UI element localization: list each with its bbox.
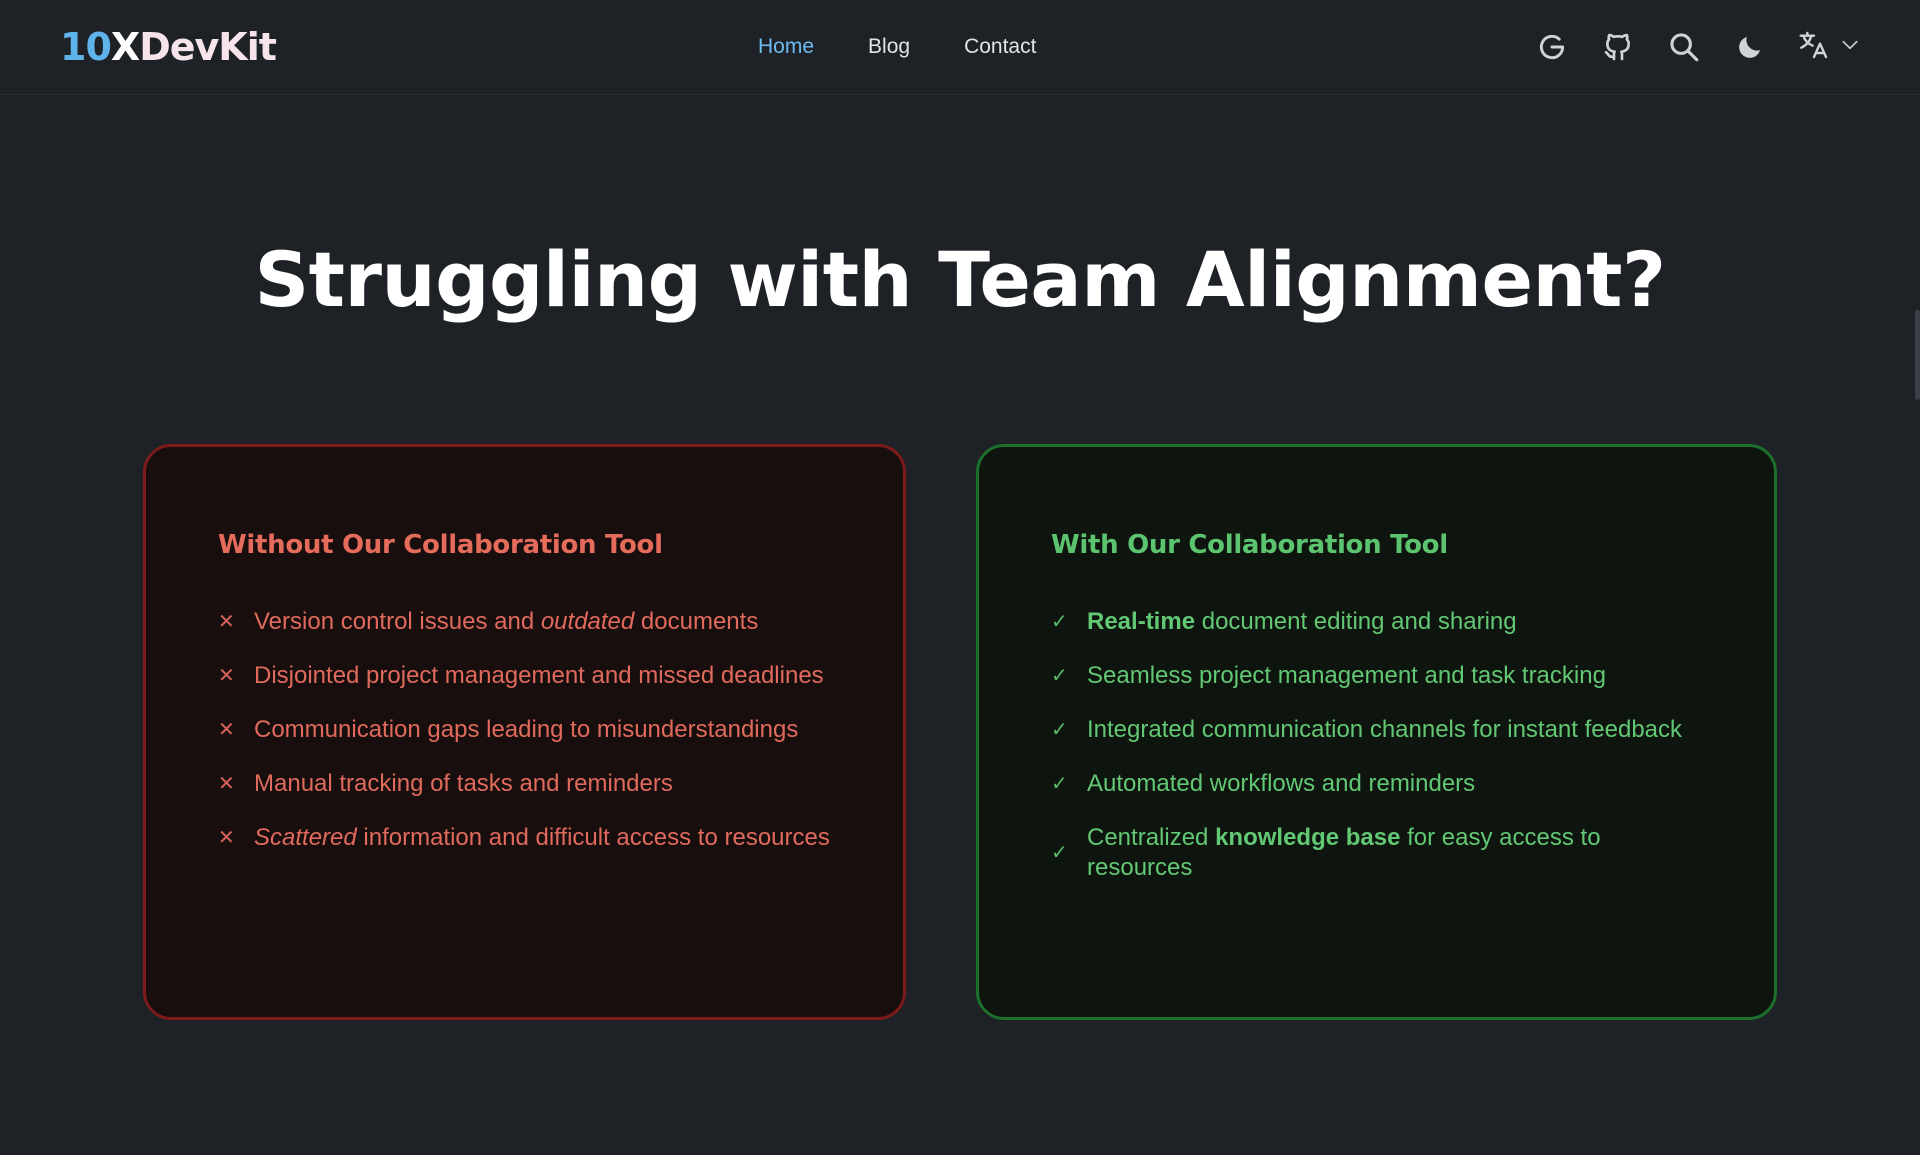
list-item-text: Version control issues and outdated docu… bbox=[254, 608, 759, 635]
github-icon[interactable] bbox=[1600, 27, 1636, 67]
check-icon: ✓ bbox=[1051, 611, 1068, 633]
with-card: With Our Collaboration Tool ✓ Real-time … bbox=[976, 444, 1777, 1020]
site-header: 10XDevKit Home Blog Contact bbox=[0, 0, 1920, 95]
page-title: Struggling with Team Alignment? bbox=[254, 235, 1666, 324]
nav-blog-link[interactable]: Blog bbox=[868, 33, 910, 61]
list-item: ✓ Seamless project management and task t… bbox=[1051, 661, 1702, 691]
nav-home-link[interactable]: Home bbox=[758, 33, 814, 61]
list-item-text: Real-time document editing and sharing bbox=[1087, 608, 1517, 635]
list-item-text: Integrated communication channels for in… bbox=[1087, 716, 1683, 743]
moon-icon[interactable] bbox=[1732, 27, 1768, 67]
x-icon: ✕ bbox=[218, 611, 235, 633]
search-icon[interactable] bbox=[1666, 27, 1702, 67]
list-item-text: Disjointed project management and missed… bbox=[254, 662, 824, 689]
translate-icon bbox=[1798, 29, 1830, 66]
x-icon: ✕ bbox=[218, 773, 235, 795]
list-item-text: Communication gaps leading to misunderst… bbox=[254, 716, 799, 743]
x-icon: ✕ bbox=[218, 665, 235, 687]
list-item: ✕ Scattered information and difficult ac… bbox=[218, 823, 831, 853]
x-icon: ✕ bbox=[218, 827, 235, 849]
nav-contact-link[interactable]: Contact bbox=[964, 33, 1036, 61]
header-actions bbox=[1534, 27, 1864, 67]
logo-num: 10 bbox=[60, 25, 112, 69]
list-item: ✓ Centralized knowledge base for easy ac… bbox=[1051, 823, 1702, 883]
check-icon: ✓ bbox=[1051, 842, 1068, 864]
without-card: Without Our Collaboration Tool ✕ Version… bbox=[143, 444, 906, 1020]
without-heading: Without Our Collaboration Tool bbox=[218, 530, 663, 560]
list-item-text: Automated workflows and reminders bbox=[1087, 770, 1476, 797]
list-item-text: Scattered information and difficult acce… bbox=[254, 824, 830, 851]
list-item: ✕ Communication gaps leading to misunder… bbox=[218, 715, 831, 745]
list-item-text: Centralized knowledge base for easy acce… bbox=[1087, 824, 1601, 881]
main-nav: Home Blog Contact bbox=[758, 33, 1036, 61]
list-item: ✕ Version control issues and outdated do… bbox=[218, 607, 831, 637]
list-item: ✕ Manual tracking of tasks and reminders bbox=[218, 769, 831, 799]
with-list: ✓ Real-time document editing and sharing… bbox=[1051, 607, 1702, 883]
check-icon: ✓ bbox=[1051, 773, 1068, 795]
with-heading: With Our Collaboration Tool bbox=[1051, 530, 1448, 560]
list-item-text: Seamless project management and task tra… bbox=[1087, 662, 1606, 689]
without-list: ✕ Version control issues and outdated do… bbox=[218, 607, 831, 853]
list-item: ✓ Real-time document editing and sharing bbox=[1051, 607, 1702, 637]
logo-brand: DevKit bbox=[139, 25, 277, 69]
check-icon: ✓ bbox=[1051, 719, 1068, 741]
logo-x: X bbox=[110, 25, 140, 69]
x-icon: ✕ bbox=[218, 719, 235, 741]
google-icon[interactable] bbox=[1534, 27, 1570, 67]
chevron-down-icon bbox=[1840, 35, 1860, 60]
list-item-text: Manual tracking of tasks and reminders bbox=[254, 770, 673, 797]
language-selector[interactable] bbox=[1798, 29, 1864, 66]
check-icon: ✓ bbox=[1051, 665, 1068, 687]
list-item: ✓ Integrated communication channels for … bbox=[1051, 715, 1702, 745]
list-item: ✕ Disjointed project management and miss… bbox=[218, 661, 831, 691]
logo[interactable]: 10XDevKit bbox=[60, 24, 277, 70]
list-item: ✓ Automated workflows and reminders bbox=[1051, 769, 1702, 799]
